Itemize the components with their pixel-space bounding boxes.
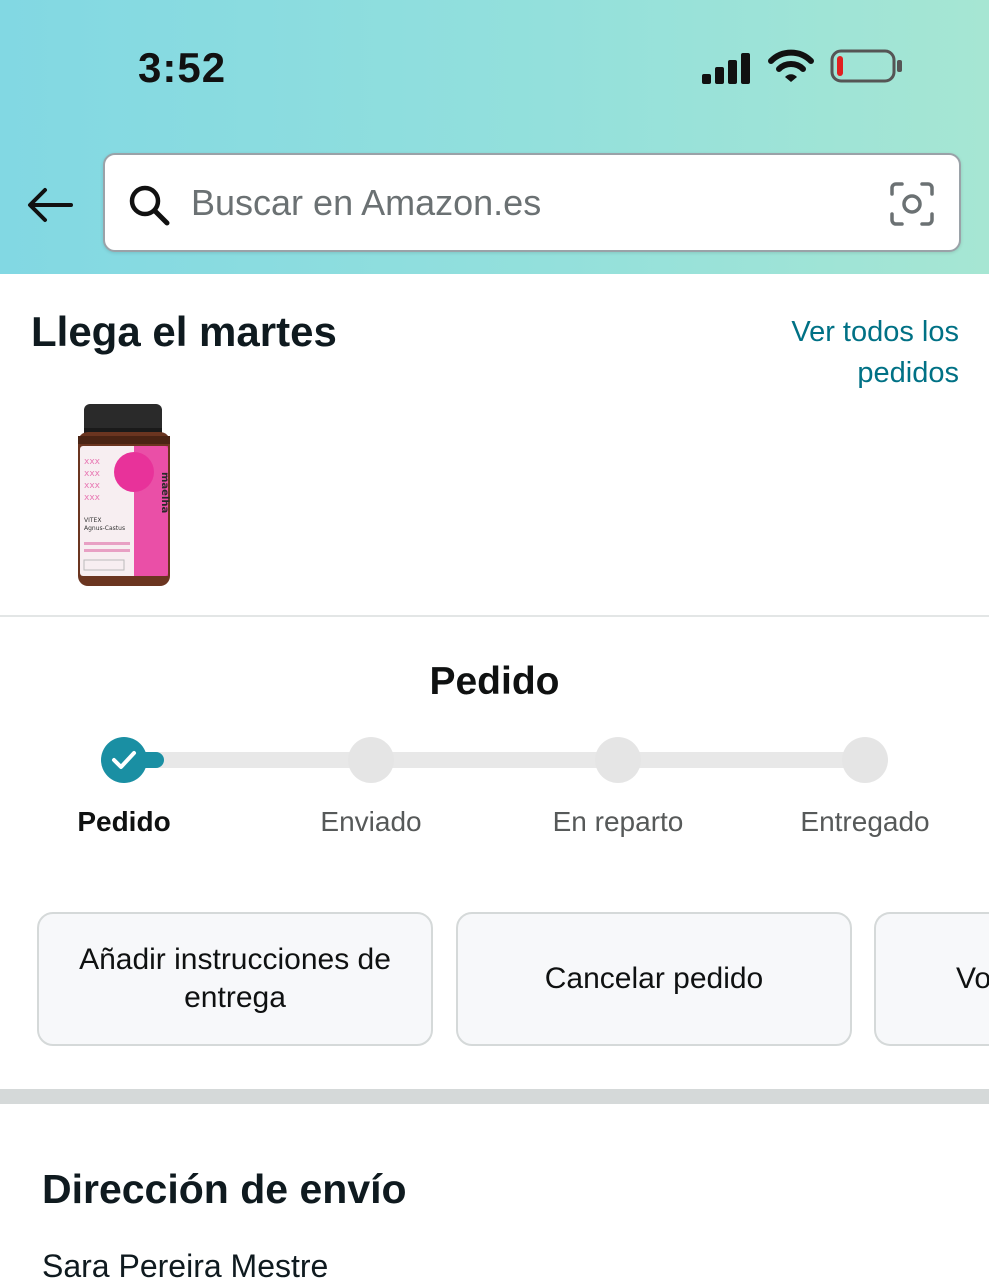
check-icon	[112, 751, 136, 769]
svg-text:maelha: maelha	[159, 472, 170, 513]
add-delivery-instructions-button[interactable]: Añadir instrucciones de entrega	[37, 912, 433, 1046]
product-image[interactable]: xxx xxx xxx xxx VITEX Agnus-Castus maelh…	[72, 402, 176, 590]
step-dot-out-for-delivery	[595, 737, 641, 783]
view-all-orders-link[interactable]: Ver todos los pedidos	[739, 312, 959, 394]
progress-track	[124, 752, 866, 768]
svg-text:VITEX: VITEX	[84, 517, 101, 524]
thick-divider	[0, 1089, 989, 1104]
arrival-title: Llega el martes	[31, 308, 337, 355]
step-label-shipped: Enviado	[320, 806, 422, 837]
step-dot-delivered	[842, 737, 888, 783]
shipping-address-title: Dirección de envío	[42, 1166, 407, 1212]
battery-low-icon	[830, 49, 902, 83]
wifi-icon	[768, 49, 814, 82]
back-arrow-icon	[28, 188, 73, 222]
status-time: 3:52	[138, 44, 227, 91]
svg-text:xxx: xxx	[84, 493, 101, 503]
step-label-delivered: Entregado	[800, 806, 930, 837]
back-button[interactable]	[24, 180, 76, 230]
svg-text:xxx: xxx	[84, 469, 101, 479]
tracker-title: Pedido	[429, 660, 560, 703]
partial-action-button[interactable]: Vo	[874, 912, 989, 1046]
search-bar[interactable]	[103, 153, 961, 252]
signal-icon	[702, 53, 750, 84]
view-all-line-1: Ver todos los	[791, 316, 959, 348]
step-dot-shipped	[348, 737, 394, 783]
search-icon	[129, 185, 170, 226]
view-all-line-2: pedidos	[857, 357, 959, 389]
step-dot-ordered	[101, 737, 147, 783]
svg-text:xxx: xxx	[84, 481, 101, 491]
app-header: 3:52	[0, 0, 989, 274]
cancel-order-button[interactable]: Cancelar pedido	[456, 912, 852, 1046]
section-divider	[0, 615, 989, 617]
step-label-ordered: Pedido	[77, 806, 171, 837]
svg-text:xxx: xxx	[84, 457, 101, 467]
partial-action-label: Vo	[956, 962, 989, 995]
svg-text:Agnus-Castus: Agnus-Castus	[84, 525, 125, 532]
camera-search-icon[interactable]	[889, 181, 935, 227]
step-label-out-for-delivery: En reparto	[552, 806, 684, 837]
search-input[interactable]	[191, 175, 871, 231]
shipping-recipient-name: Sara Pereira Mestre	[42, 1248, 329, 1280]
